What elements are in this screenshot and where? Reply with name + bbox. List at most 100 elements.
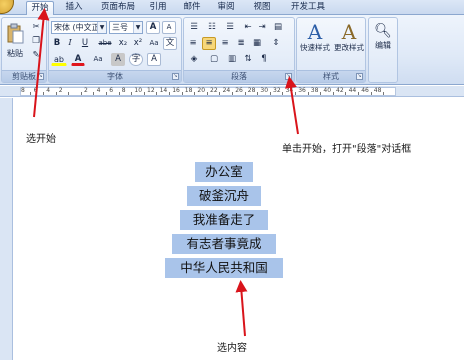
format-painter-button[interactable]: ✎ <box>29 49 43 62</box>
document-line[interactable]: 我准备走了 <box>180 210 268 230</box>
editing-button[interactable]: 🔍︎ 编辑 <box>371 20 395 60</box>
clear-format-button[interactable]: Aa <box>147 37 161 50</box>
distributed-button[interactable]: ▦ <box>250 37 264 50</box>
styles-group: A 快速样式 A 更改样式 样式 ↘ <box>296 17 366 83</box>
chinese-layout-button[interactable]: ▤ <box>272 21 284 34</box>
borders-button[interactable]: ▢ <box>206 53 222 66</box>
ruler-tick <box>294 92 296 95</box>
ruler-number: 26 <box>235 87 243 94</box>
ruler-tick <box>55 92 57 95</box>
ruler-tick <box>307 92 309 95</box>
tab-page-layout[interactable]: 页面布局 <box>96 1 140 15</box>
font-launcher-icon[interactable]: ↘ <box>172 73 179 80</box>
shading-button[interactable]: ◈ <box>186 53 202 66</box>
underline-button[interactable]: U <box>78 37 92 50</box>
ruler-number: 28 <box>247 87 256 94</box>
annotation-select-start: 选开始 <box>26 134 56 145</box>
highlight-button[interactable]: ab <box>51 53 67 66</box>
ruler-tick <box>282 92 284 95</box>
copy-button[interactable]: ❐ <box>29 35 43 48</box>
border-icon: ▢ <box>209 54 219 64</box>
sort-button[interactable]: ⇅ <box>242 53 254 66</box>
char-shading-button[interactable]: A <box>111 53 125 66</box>
font-size-value: 三号 <box>112 23 128 32</box>
ruler-number: 32 <box>273 87 281 94</box>
ruler-tick <box>30 92 32 95</box>
ruler-number: 12 <box>147 87 155 94</box>
multilevel-list-button[interactable]: ☰ <box>222 21 238 34</box>
ruler-number: 2 <box>84 87 88 94</box>
ruler-number: 48 <box>373 87 382 94</box>
align-center-button[interactable]: ≡ <box>202 37 216 50</box>
styles-group-label: 样式 <box>297 70 365 82</box>
layout-icon: ▤ <box>273 22 283 32</box>
office-button[interactable] <box>0 0 14 14</box>
strikethrough-button[interactable]: abe <box>96 37 114 50</box>
ruler-number: 18 <box>184 87 193 94</box>
tab-mailings[interactable]: 邮件 <box>180 1 204 15</box>
tab-insert[interactable]: 插入 <box>60 1 88 15</box>
line-spacing-button[interactable]: ⇕ <box>268 37 284 50</box>
ruler-number: 4 <box>96 87 101 94</box>
justify-icon: ≣ <box>237 38 245 48</box>
ruler-number: 20 <box>197 87 206 94</box>
ruler-number: 8 <box>21 87 25 94</box>
decrease-indent-button[interactable]: ⇤ <box>242 21 254 34</box>
italic-button[interactable]: I <box>64 37 76 50</box>
change-case-button[interactable]: Aa <box>89 53 107 66</box>
subscript-button[interactable]: x₂ <box>116 37 130 50</box>
bold-button[interactable]: B <box>51 37 63 50</box>
line-spacing-icon: ⇕ <box>272 38 280 48</box>
tab-references[interactable]: 引用 <box>146 1 170 15</box>
paragraph-launcher-icon[interactable]: ↘ <box>285 73 292 80</box>
document-page[interactable]: 办公室 破釜沉舟 我准备走了 有志者事竟成 中华人民共和国 <box>14 98 464 360</box>
document-line[interactable]: 办公室 <box>195 162 253 182</box>
paste-button[interactable]: 粘贴 <box>4 22 26 58</box>
change-styles-button[interactable]: A 更改样式 <box>333 20 365 60</box>
tab-view[interactable]: 视图 <box>250 1 274 15</box>
tab-developer[interactable]: 开发工具 <box>286 1 330 15</box>
tab-home[interactable]: 开始 <box>26 1 54 15</box>
ruler-tick <box>257 92 259 95</box>
align-right-icon: ≡ <box>221 38 229 48</box>
numbering-button[interactable]: ☷ <box>204 21 220 34</box>
align-right-button[interactable]: ≡ <box>218 37 232 50</box>
bullets-button[interactable]: ☰ <box>186 21 202 34</box>
font-size-combo[interactable]: 三号 ▼ <box>109 21 143 34</box>
font-color-button[interactable]: A <box>71 53 85 66</box>
scissors-icon: ✂ <box>32 22 40 32</box>
document-line[interactable]: 中华人民共和国 <box>165 258 283 278</box>
font-group: 宋体 (中文正) ▼ 三号 ▼ A A B I U abe x₂ x² Aa 文… <box>48 17 182 83</box>
clipboard-launcher-icon[interactable]: ↘ <box>37 73 44 80</box>
horizontal-ruler[interactable]: 8 6 4 2 2 4 6 8 10 12 14 16 18 20 22 24 26 28 30 32 34 36 38 40… <box>0 86 464 97</box>
superscript-button[interactable]: x² <box>131 37 145 50</box>
styles-launcher-icon[interactable]: ↘ <box>356 73 363 80</box>
align-left-button[interactable]: ≡ <box>186 37 200 50</box>
ruler-tick <box>156 92 158 95</box>
document-line[interactable]: 有志者事竟成 <box>172 234 276 254</box>
quick-styles-button[interactable]: A 快速样式 <box>299 20 331 60</box>
clipboard-group: 粘贴 ✂ ❐ ✎ 剪贴板 ↘ <box>1 17 47 83</box>
grow-font-button[interactable]: A <box>146 21 160 34</box>
annotation-open-paragraph: 单击开始，打开"段落"对话框 <box>282 144 412 155</box>
ruler-tick <box>219 92 221 95</box>
cut-button[interactable]: ✂ <box>29 21 43 34</box>
ruler-number: 38 <box>310 87 319 94</box>
align-left-icon: ≡ <box>189 38 197 48</box>
increase-indent-button[interactable]: ⇥ <box>256 21 268 34</box>
indent-icon: ⇥ <box>258 22 266 32</box>
tab-review[interactable]: 审阅 <box>214 1 238 15</box>
show-marks-button[interactable]: ¶ <box>258 53 270 66</box>
justify-button[interactable]: ≣ <box>234 37 248 50</box>
ruler-tick <box>168 92 170 95</box>
chevron-down-icon: ▼ <box>97 22 106 33</box>
asian-layout-button[interactable]: ▥ <box>226 53 238 66</box>
document-line[interactable]: 破釜沉舟 <box>187 186 261 206</box>
vertical-ruler[interactable] <box>0 98 13 360</box>
enclose-char-button[interactable]: 字 <box>129 53 143 66</box>
font-name-combo[interactable]: 宋体 (中文正) ▼ <box>51 21 107 34</box>
char-border-button[interactable]: A <box>147 53 161 66</box>
chevron-down-icon: ▼ <box>133 22 142 33</box>
shrink-font-button[interactable]: A <box>162 21 176 34</box>
phonetic-guide-button[interactable]: 文 <box>163 37 177 50</box>
